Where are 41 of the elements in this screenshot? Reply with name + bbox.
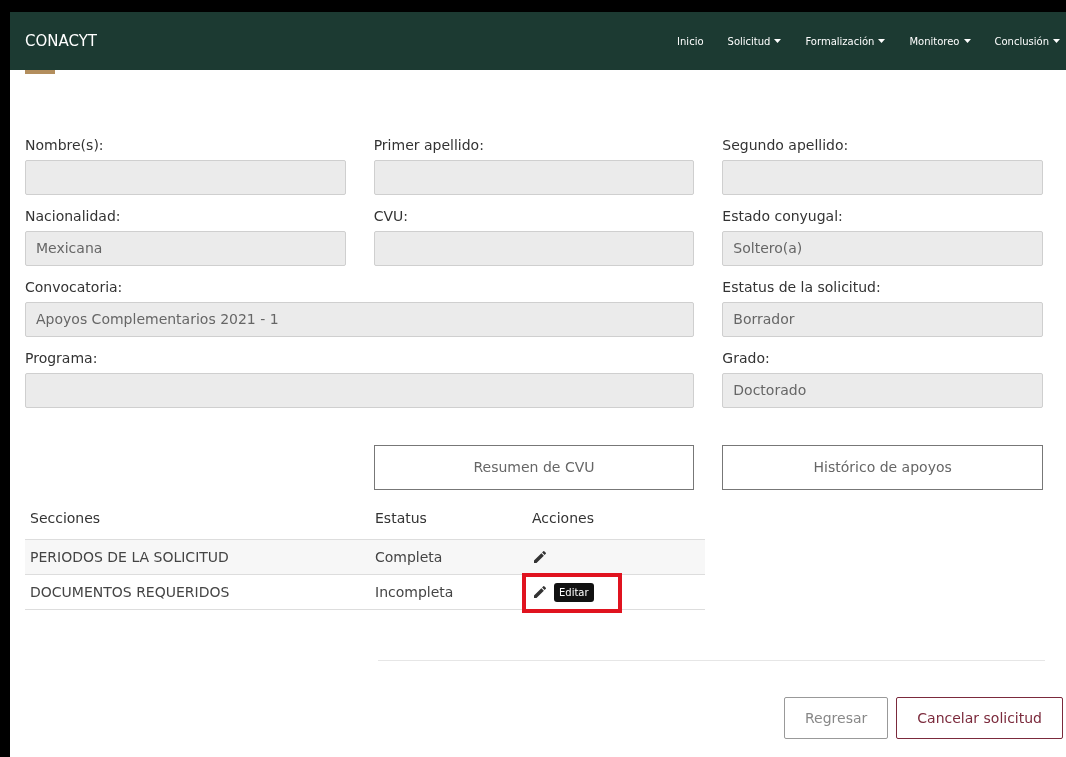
table-cell-text: Incompleta: [375, 582, 455, 602]
input-field[interactable]: [25, 373, 695, 408]
nav-link[interactable]: Inicio: [677, 33, 704, 49]
nav-link[interactable]: Formalización: [805, 33, 886, 49]
pencil-icon[interactable]: [532, 549, 548, 565]
input-field[interactable]: Soltero(a): [722, 231, 1043, 266]
input-field[interactable]: Mexicana: [25, 231, 346, 266]
input-field[interactable]: [25, 160, 346, 195]
field-label: Nombre(s):: [25, 136, 105, 154]
field-label: Segundo apellido:: [722, 136, 850, 154]
table-cell-text: DOCUMENTOS REQUERIDOS: [30, 582, 231, 602]
column-header: Secciones: [30, 509, 102, 528]
field-label: Convocatoria:: [25, 278, 124, 296]
footer-button[interactable]: Regresar: [784, 697, 889, 739]
nav-link[interactable]: Monitoreo: [909, 33, 971, 49]
field-label: Primer apellido:: [373, 136, 485, 154]
input-field[interactable]: Apoyos Complementarios 2021 - 1: [25, 302, 695, 337]
input-field[interactable]: Borrador: [722, 302, 1043, 337]
tooltip: Editar: [554, 582, 594, 602]
pencil-icon[interactable]: [532, 584, 548, 600]
field-label: Nacionalidad:: [25, 207, 122, 225]
input-field[interactable]: Doctorado: [722, 373, 1043, 408]
field-label: CVU:: [373, 207, 409, 225]
active-indicator: [25, 70, 55, 74]
input-field[interactable]: [722, 160, 1043, 195]
nav-link[interactable]: Conclusión: [994, 33, 1060, 49]
field-label: Grado:: [722, 349, 771, 367]
column-header: Acciones: [532, 509, 595, 528]
field-label: Programa:: [25, 349, 99, 367]
field-label: Estado conyugal:: [722, 207, 844, 225]
nav-link[interactable]: Solicitud: [727, 33, 782, 49]
footer-button[interactable]: Cancelar solicitud: [896, 697, 1063, 739]
summary-button[interactable]: Resumen de CVU: [373, 445, 695, 490]
input-field[interactable]: [373, 231, 695, 266]
table-cell-text: PERIODOS DE LA SOLICITUD: [30, 547, 230, 567]
brand-name[interactable]: CONACYT: [25, 29, 98, 53]
table-cell-text: Completa: [375, 547, 444, 567]
field-label: Estatus de la solicitud:: [722, 278, 882, 296]
input-field[interactable]: [373, 160, 695, 195]
column-header: Estatus: [375, 509, 428, 528]
summary-button[interactable]: Histórico de apoyos: [722, 445, 1043, 490]
